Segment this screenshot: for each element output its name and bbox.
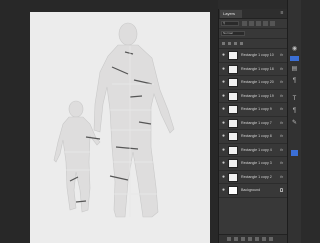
fx-badge[interactable]: fx — [280, 63, 283, 76]
panel-tabbar: Layers ≡ — [219, 9, 287, 19]
paragraph-icon[interactable]: ¶ — [291, 108, 298, 114]
layer-row[interactable]: ● Rectangle 1 copy 18 fx — [219, 63, 287, 76]
blend-mode-select[interactable]: Normal — [221, 31, 245, 36]
layer-name[interactable]: Background — [241, 184, 260, 197]
layers-panel: Layers ≡ ⚲ Normal ● Rectangle 1 copy 10 — [218, 9, 287, 243]
layer-row[interactable]: ● Rectangle 1 copy 7 fx — [219, 117, 287, 130]
layer-list: ● Rectangle 1 copy 10 fx ● Rectangle 1 c… — [219, 49, 287, 198]
menu-icon[interactable]: ≡ — [279, 10, 285, 17]
layer-filter-row: ⚲ — [219, 19, 287, 29]
layer-thumbnail — [228, 172, 238, 182]
type-icon[interactable]: T — [291, 96, 298, 102]
filter-kind-select[interactable]: ⚲ — [221, 21, 239, 26]
layer-thumbnail — [228, 159, 238, 168]
canvas-area[interactable] — [0, 0, 218, 243]
layer-thumbnail — [228, 105, 238, 114]
eye-icon[interactable]: ● — [221, 120, 226, 125]
mask-icon[interactable] — [241, 237, 245, 241]
panel-footer — [219, 234, 287, 243]
fx-badge[interactable]: fx — [280, 144, 283, 157]
eye-icon[interactable]: ● — [221, 174, 226, 179]
layer-thumbnail — [228, 118, 238, 128]
layer-row[interactable]: ● Rectangle 1 copy 20 fx — [219, 76, 287, 90]
brush-icon[interactable]: ✎ — [291, 120, 298, 126]
layer-name[interactable]: Rectangle 1 copy 8 — [241, 130, 272, 143]
layer-thumbnail — [228, 51, 238, 60]
layer-row[interactable]: ● Rectangle 1 copy 19 fx — [219, 90, 287, 103]
pixel-filter-icon[interactable] — [242, 21, 247, 26]
eye-icon[interactable]: ● — [221, 134, 226, 139]
eye-icon[interactable]: ● — [221, 66, 226, 71]
layer-name[interactable]: Rectangle 1 copy 3 — [241, 157, 272, 170]
layer-thumbnail — [228, 91, 238, 101]
color-swatch[interactable] — [291, 150, 298, 156]
silhouette-artwork — [53, 22, 175, 218]
eye-icon[interactable]: ● — [221, 161, 226, 166]
lock-icons — [222, 42, 243, 45]
layer-row[interactable]: ● Rectangle 1 copy 8 fx — [219, 130, 287, 144]
shape-filter-icon[interactable] — [263, 21, 268, 26]
adjust-icon[interactable]: ▤ — [291, 66, 298, 72]
new-layer-icon[interactable] — [262, 237, 266, 241]
layer-thumbnail — [228, 78, 238, 87]
lock-icon — [280, 188, 283, 192]
fx-badge[interactable]: fx — [280, 90, 283, 103]
fx-badge[interactable]: fx — [280, 76, 283, 89]
lock-pixels-icon[interactable] — [228, 42, 231, 45]
eye-icon[interactable]: ● — [221, 53, 226, 58]
opacity-field[interactable] — [253, 31, 281, 36]
eye-icon[interactable]: ● — [221, 107, 226, 112]
layer-name[interactable]: Rectangle 1 copy 2 — [241, 171, 272, 184]
lock-all-icon[interactable] — [240, 42, 243, 45]
layer-row[interactable]: ● Rectangle 1 copy 2 fx — [219, 171, 287, 184]
layer-row[interactable]: ● Rectangle 1 copy 4 fx — [219, 144, 287, 157]
layer-name[interactable]: Rectangle 1 copy 18 — [241, 63, 274, 76]
fx-icon[interactable] — [234, 237, 238, 241]
document-canvas[interactable] — [30, 12, 210, 243]
smart-object-filter-icon[interactable] — [270, 21, 275, 26]
layer-name[interactable]: Rectangle 1 copy 19 — [241, 90, 274, 103]
eye-icon[interactable]: ● — [221, 147, 226, 152]
layer-thumbnail — [228, 186, 238, 195]
fx-badge[interactable]: fx — [280, 103, 283, 116]
child-silhouette — [53, 100, 101, 213]
lock-transparency-icon[interactable] — [222, 42, 225, 45]
lock-row — [219, 39, 287, 49]
eye-icon[interactable]: ● — [221, 93, 226, 98]
lock-position-icon[interactable] — [234, 42, 237, 45]
layer-name[interactable]: Rectangle 1 copy 7 — [241, 117, 272, 130]
type-filter-icon[interactable] — [256, 21, 261, 26]
layer-row[interactable]: ● Rectangle 1 copy 9 fx — [219, 103, 287, 117]
layer-row[interactable]: ● Rectangle 1 copy 3 fx — [219, 157, 287, 171]
background-layer-row[interactable]: ● Background — [219, 184, 287, 198]
layer-thumbnail — [228, 64, 238, 74]
eye-icon[interactable]: ● — [221, 80, 226, 85]
layer-name[interactable]: Rectangle 1 copy 9 — [241, 103, 272, 116]
layer-name[interactable]: Rectangle 1 copy 20 — [241, 76, 274, 89]
tab-layers[interactable]: Layers — [220, 10, 242, 18]
trash-icon[interactable] — [269, 237, 273, 241]
fx-badge[interactable]: fx — [280, 130, 283, 143]
link-layers-icon[interactable] — [227, 237, 231, 241]
fx-badge[interactable]: fx — [280, 117, 283, 130]
eye-icon[interactable]: ◉ — [291, 46, 298, 52]
right-dock: ◉ ▤ ¶ T ¶ ✎ — [287, 0, 301, 243]
adjustment-filter-icon[interactable] — [249, 21, 254, 26]
active-panel-indicator — [290, 56, 299, 61]
layer-row[interactable]: ● Rectangle 1 copy 10 fx — [219, 49, 287, 63]
layer-name[interactable]: Rectangle 1 copy 10 — [241, 49, 274, 62]
layer-thumbnail — [228, 145, 238, 155]
adult-silhouette — [93, 22, 175, 218]
fx-badge[interactable]: fx — [280, 49, 283, 62]
fx-badge[interactable]: fx — [280, 157, 283, 170]
paragraph-icon[interactable]: ¶ — [291, 78, 298, 84]
filter-icons — [242, 21, 275, 26]
layer-name[interactable]: Rectangle 1 copy 4 — [241, 144, 272, 157]
eye-icon[interactable]: ● — [221, 188, 226, 193]
fx-badge[interactable]: fx — [280, 171, 283, 184]
layer-thumbnail — [228, 132, 238, 141]
blend-row: Normal — [219, 29, 287, 39]
adjustment-layer-icon[interactable] — [248, 237, 252, 241]
folder-icon[interactable] — [255, 237, 259, 241]
